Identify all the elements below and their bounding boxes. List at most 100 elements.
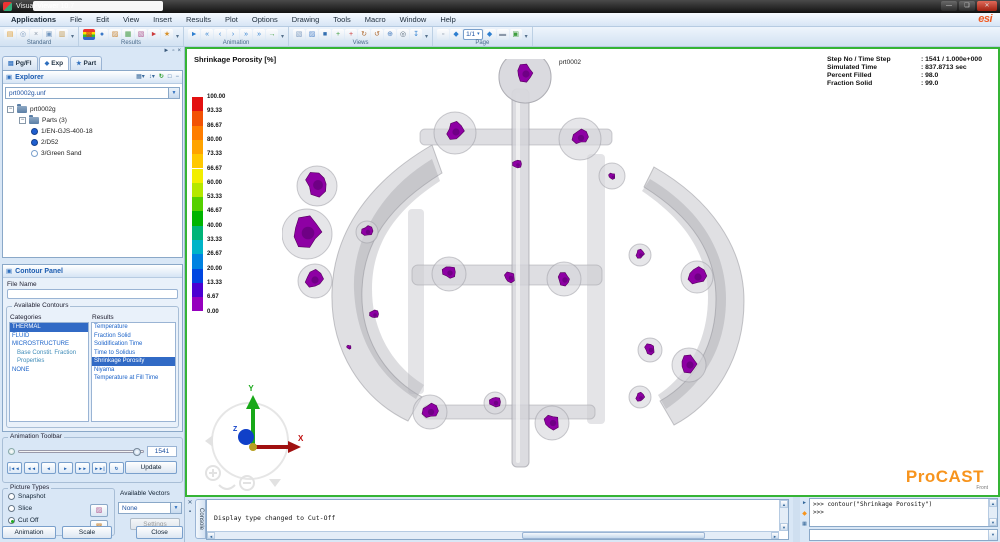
chevron-down-icon[interactable]: ▼	[170, 503, 181, 513]
dock-forward-icon[interactable]: ►	[163, 47, 169, 56]
chevron-down-icon[interactable]: ▼	[168, 88, 179, 98]
menu-macro[interactable]: Macro	[358, 13, 393, 27]
category-item[interactable]: THERMAL	[10, 323, 88, 332]
close-button[interactable]: ✕	[977, 1, 997, 11]
explorer-filter-icon[interactable]: ▦▾	[136, 72, 145, 83]
tree-expander-icon[interactable]: −	[7, 106, 14, 113]
chevron-down-icon[interactable]: ▼	[988, 530, 997, 540]
toolbar-overflow-icon[interactable]: ▾	[425, 33, 428, 40]
axes-icon[interactable]: +	[345, 29, 357, 40]
zoom-icon[interactable]: ◎	[397, 29, 409, 40]
menu-help[interactable]: Help	[433, 13, 462, 27]
close-button[interactable]: Close	[136, 526, 183, 539]
result-item[interactable]: Fraction Solid	[92, 332, 175, 341]
explorer-window-icon[interactable]: □	[168, 72, 172, 83]
tab-exp[interactable]: ◆Exp	[39, 56, 70, 70]
menu-edit[interactable]: Edit	[89, 13, 116, 27]
console-vscrollbar[interactable]: ▲ ▼	[779, 500, 788, 531]
menu-insert[interactable]: Insert	[146, 13, 179, 27]
globe-icon[interactable]: ●	[96, 29, 108, 40]
pan-icon[interactable]: ⊕	[384, 29, 396, 40]
scroll-up-icon[interactable]: ▲	[989, 499, 997, 507]
open-file-icon[interactable]: ▤	[4, 29, 16, 40]
toolbar-overflow-icon[interactable]: ▾	[281, 33, 284, 40]
toolbar-overflow-icon[interactable]: ▾	[176, 33, 179, 40]
console-expand-icon[interactable]: ►	[802, 500, 807, 506]
tree-expander-icon[interactable]: −	[19, 117, 26, 124]
category-item[interactable]: Base Constit. Fraction	[10, 349, 88, 358]
minimize-button[interactable]: —	[941, 1, 957, 11]
console-message-area[interactable]: Display type changed to Cut-Off ▲ ▼ ◄ ►	[206, 499, 789, 540]
skip-end-icon[interactable]: »	[253, 29, 265, 40]
chart-icon[interactable]: ▦	[122, 29, 134, 40]
probe-icon[interactable]: ►	[148, 29, 160, 40]
console-grid-icon[interactable]: ▦	[802, 521, 807, 527]
dock-close-icon[interactable]: ×	[177, 47, 181, 56]
frame-slider[interactable]	[18, 450, 144, 453]
cut-icon[interactable]: ×	[30, 29, 42, 40]
category-item[interactable]: MICROSTRUCTURE	[10, 340, 88, 349]
skip-start-icon[interactable]: «	[201, 29, 213, 40]
menu-file[interactable]: File	[63, 13, 89, 27]
contour-panel-icon[interactable]: ▨	[109, 29, 121, 40]
image-icon[interactable]: ▧	[135, 29, 147, 40]
tab-part[interactable]: ★Part	[70, 56, 102, 70]
step-forward-icon[interactable]: »	[240, 29, 252, 40]
category-item[interactable]: Properties	[10, 357, 88, 366]
rotate-ccw-icon[interactable]: ↺	[371, 29, 383, 40]
tree-item[interactable]: 1/EN-GJS-400-18	[5, 126, 182, 137]
prev-page-icon[interactable]: ◆	[450, 29, 462, 40]
page-indicator[interactable]: 1/1▾	[463, 29, 483, 40]
radio-snapshot[interactable]: Snapshot	[8, 492, 114, 501]
menu-options[interactable]: Options	[245, 13, 285, 27]
result-item[interactable]: Solidification Time	[92, 340, 175, 349]
console-right-vscrollbar[interactable]: ▲ ▼	[988, 499, 997, 526]
scale-button[interactable]: Scale	[62, 526, 112, 539]
solid-view-icon[interactable]: ■	[319, 29, 331, 40]
result-item[interactable]: Time to Solidus	[92, 349, 175, 358]
tools-icon[interactable]: ★	[161, 29, 173, 40]
menu-tools[interactable]: Tools	[326, 13, 358, 27]
paste-icon[interactable]: ▥	[56, 29, 68, 40]
contour-icon[interactable]: ▩	[83, 29, 95, 40]
copy-icon[interactable]: ▣	[43, 29, 55, 40]
scroll-down-icon[interactable]: ▼	[780, 523, 788, 531]
update-button[interactable]: Update	[125, 461, 177, 474]
play-button[interactable]: ►	[58, 462, 73, 474]
result-item[interactable]: Temperature	[92, 323, 175, 332]
fast-forward-button[interactable]: ►►|	[92, 462, 107, 474]
scroll-down-icon[interactable]: ▼	[989, 518, 997, 526]
console-output-area[interactable]: >>> contour("Shrinkage Porosity")>>> ▲ ▼	[809, 498, 998, 527]
wireframe-view-icon[interactable]: ▧	[293, 29, 305, 40]
slice-icon-button[interactable]: ▨	[90, 504, 108, 517]
tree-item[interactable]: 2/D52	[5, 137, 182, 148]
tree-item[interactable]: −Parts (3)	[5, 115, 182, 126]
tree-item[interactable]: −prt0002g	[5, 104, 182, 115]
category-item[interactable]: NONE	[10, 366, 88, 375]
orientation-triad[interactable]: Y X Z	[195, 379, 305, 491]
frame-number-field[interactable]: 1541	[147, 446, 177, 457]
category-item[interactable]: FLUID	[10, 332, 88, 341]
step-back-icon[interactable]: ‹	[214, 29, 226, 40]
fast-back-button[interactable]: ◄◄	[24, 462, 39, 474]
dock-float-icon[interactable]: ▫	[172, 47, 174, 56]
new-page-icon[interactable]: ▫	[437, 29, 449, 40]
export-animation-icon[interactable]: →	[266, 29, 278, 40]
hscroll-thumb[interactable]	[522, 532, 705, 539]
slider-start-knob[interactable]	[8, 448, 15, 455]
shaded-view-icon[interactable]: ▨	[306, 29, 318, 40]
menu-applications[interactable]: Applications	[4, 13, 63, 27]
anchor-icon[interactable]: ↧	[410, 29, 422, 40]
scroll-right-icon[interactable]: ►	[771, 532, 779, 539]
toolbar-overflow-icon[interactable]: ▾	[525, 33, 528, 40]
jump-start-button[interactable]: |◄◄	[7, 462, 22, 474]
triad-icon[interactable]: +	[332, 29, 344, 40]
tab-pgfl[interactable]: ▤Pg/Fl	[2, 56, 38, 70]
result-item[interactable]: Shrinkage Porosity	[92, 357, 175, 366]
next-page-icon[interactable]: ◆	[484, 29, 496, 40]
file-name-input[interactable]	[7, 289, 178, 299]
step-back-button[interactable]: ◄	[41, 462, 56, 474]
console-pin-icon[interactable]: ▪	[189, 509, 191, 515]
model-file-combo[interactable]: prt0002g.unf ▼	[5, 87, 180, 99]
toolbar-overflow-icon[interactable]: ▾	[71, 33, 74, 40]
